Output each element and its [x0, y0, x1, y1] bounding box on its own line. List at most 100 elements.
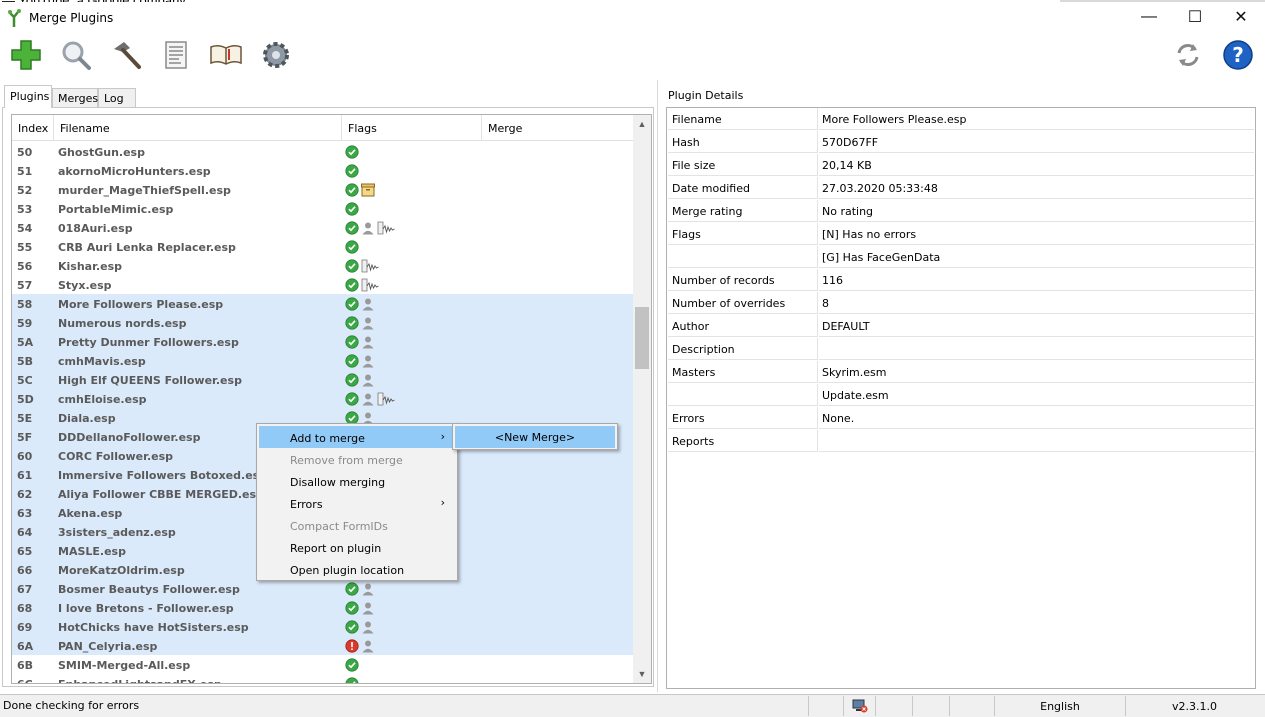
plugins-grid[interactable]: Index Filename Flags Merge 50 GhostGun.es…	[11, 114, 652, 684]
table-row[interactable]: 6B SMIM-Merged-All.esp	[12, 655, 633, 674]
table-row[interactable]: 57 Styx.esp	[12, 275, 633, 294]
detail-row[interactable]: Update.esm	[668, 384, 1255, 407]
table-row[interactable]: 69 HotChicks have HotSisters.esp	[12, 617, 633, 636]
row-flags	[345, 657, 359, 673]
table-row[interactable]: 6C EnhancedLightsandFX.esp	[12, 674, 633, 683]
detail-row[interactable]: Flags [N] Has no errors	[668, 223, 1255, 246]
row-flags	[345, 277, 379, 293]
column-merge[interactable]: Merge	[482, 115, 633, 141]
table-row[interactable]: 5C High Elf QUEENS Follower.esp	[12, 370, 633, 389]
table-row[interactable]: 52 murder_MageThiefSpell.esp	[12, 180, 633, 199]
detail-row[interactable]: Author DEFAULT	[668, 315, 1255, 338]
scroll-thumb[interactable]	[635, 307, 649, 369]
table-row[interactable]: 5B cmhMavis.esp	[12, 351, 633, 370]
minimize-button[interactable]: —	[1126, 2, 1172, 32]
detail-key: Author	[668, 315, 818, 337]
search-icon[interactable]	[58, 37, 94, 73]
new-merge-menu-item[interactable]: <New Merge>	[455, 426, 615, 448]
row-index: 5A	[17, 336, 34, 349]
table-row[interactable]: 58 More Followers Please.esp	[12, 294, 633, 313]
detail-row[interactable]: Description	[668, 338, 1255, 361]
scroll-up-icon[interactable]: ▲	[633, 115, 651, 133]
column-flags[interactable]: Flags	[342, 115, 482, 141]
table-row[interactable]: 53 PortableMimic.esp	[12, 199, 633, 218]
vertical-scrollbar[interactable]: ▲ ▼	[633, 115, 651, 683]
build-hammer-icon[interactable]	[108, 37, 144, 73]
row-flags	[345, 600, 375, 616]
context-menu-item[interactable]: Remove from merge	[259, 448, 455, 470]
detail-row[interactable]: Masters Skyrim.esm	[668, 361, 1255, 384]
tab-plugins[interactable]: Plugins	[4, 85, 52, 108]
ok-flag-icon	[345, 658, 359, 672]
detail-row[interactable]: Number of records 116	[668, 269, 1255, 292]
row-index: 67	[17, 583, 33, 596]
plugins-panel: Plugins Merges Log Index Filename Flags …	[2, 80, 658, 692]
svg-text:?: ?	[1232, 43, 1244, 67]
detail-row[interactable]: Filename More Followers Please.esp	[668, 108, 1255, 131]
column-index[interactable]: Index	[12, 115, 54, 141]
detail-value: 20,14 KB	[819, 154, 1254, 176]
column-filename[interactable]: Filename	[54, 115, 342, 141]
detail-row[interactable]: Reports	[668, 430, 1255, 453]
ok-flag-icon	[345, 202, 359, 216]
detail-key: Masters	[668, 361, 818, 383]
submenu-arrow-icon: ›	[440, 430, 445, 443]
plugin-details-panel: Plugin Details Filename More Followers Pl…	[662, 80, 1263, 692]
table-row[interactable]: 67 Bosmer Beautys Follower.esp	[12, 579, 633, 598]
table-row[interactable]: 68 I love Bretons - Follower.esp	[12, 598, 633, 617]
ok-flag-icon	[345, 164, 359, 178]
row-filename: HotChicks have HotSisters.esp	[58, 621, 249, 634]
context-menu-item[interactable]: Report on plugin	[259, 536, 455, 558]
detail-row[interactable]: Date modified 27.03.2020 05:33:48	[668, 177, 1255, 200]
maximize-button[interactable]: ☐	[1172, 2, 1218, 32]
table-row[interactable]: 6A PAN_Celyria.esp	[12, 636, 633, 655]
table-row[interactable]: 56 Kishar.esp	[12, 256, 633, 275]
context-menu-item[interactable]: Errors ›	[259, 492, 455, 514]
ok-flag-icon	[345, 354, 359, 368]
table-row[interactable]: 5A Pretty Dunmer Followers.esp	[12, 332, 633, 351]
context-menu-item[interactable]: Disallow merging	[259, 470, 455, 492]
detail-key	[668, 246, 818, 268]
create-merge-icon[interactable]	[8, 37, 44, 73]
tab-log[interactable]: Log	[98, 88, 136, 107]
row-index: 60	[17, 450, 33, 463]
row-flags	[345, 239, 359, 255]
context-menu-item-label: Remove from merge	[290, 454, 403, 467]
table-row[interactable]: 50 GhostGun.esp	[12, 142, 633, 161]
row-flags	[345, 391, 395, 407]
context-menu-item[interactable]: Open plugin location	[259, 558, 455, 580]
ok-flag-icon	[345, 335, 359, 349]
archive-flag-icon	[361, 183, 375, 197]
detail-row[interactable]: Merge rating No rating	[668, 200, 1255, 223]
report-document-icon[interactable]	[158, 37, 194, 73]
table-row[interactable]: 55 CRB Auri Lenka Replacer.esp	[12, 237, 633, 256]
refresh-icon[interactable]	[1170, 37, 1206, 73]
table-row[interactable]: 5D cmhEloise.esp	[12, 389, 633, 408]
facegen-flag-icon	[361, 354, 375, 368]
help-icon[interactable]: ?	[1220, 37, 1256, 73]
row-index: 58	[17, 298, 33, 311]
row-filename: I love Bretons - Follower.esp	[58, 602, 234, 615]
scroll-down-icon[interactable]: ▼	[633, 665, 651, 683]
connection-error-icon[interactable]	[843, 696, 875, 716]
table-row[interactable]: 51 akornoMicroHunters.esp	[12, 161, 633, 180]
table-row[interactable]: 54 018Auri.esp	[12, 218, 633, 237]
table-row[interactable]: 59 Numerous nords.esp	[12, 313, 633, 332]
dictionary-book-icon[interactable]	[208, 37, 244, 73]
detail-row[interactable]: File size 20,14 KB	[668, 154, 1255, 177]
detail-row[interactable]: Hash 570D67FF	[668, 131, 1255, 154]
detail-row[interactable]: Number of overrides 8	[668, 292, 1255, 315]
detail-key: Merge rating	[668, 200, 818, 222]
plugin-details-title: Plugin Details	[668, 89, 744, 102]
row-flags	[345, 581, 375, 597]
row-filename: Numerous nords.esp	[58, 317, 187, 330]
detail-row[interactable]: [G] Has FaceGenData	[668, 246, 1255, 269]
close-button[interactable]: ✕	[1218, 2, 1264, 32]
tab-merges[interactable]: Merges	[52, 88, 98, 107]
status-language: English	[994, 696, 1125, 716]
context-menu-item[interactable]: Add to merge ›	[259, 426, 455, 448]
settings-gear-icon[interactable]	[258, 37, 294, 73]
detail-row[interactable]: Errors None.	[668, 407, 1255, 430]
plugin-details-grid[interactable]: Filename More Followers Please.esp Hash 570…	[666, 107, 1256, 689]
context-menu-item[interactable]: Compact FormIDs	[259, 514, 455, 536]
